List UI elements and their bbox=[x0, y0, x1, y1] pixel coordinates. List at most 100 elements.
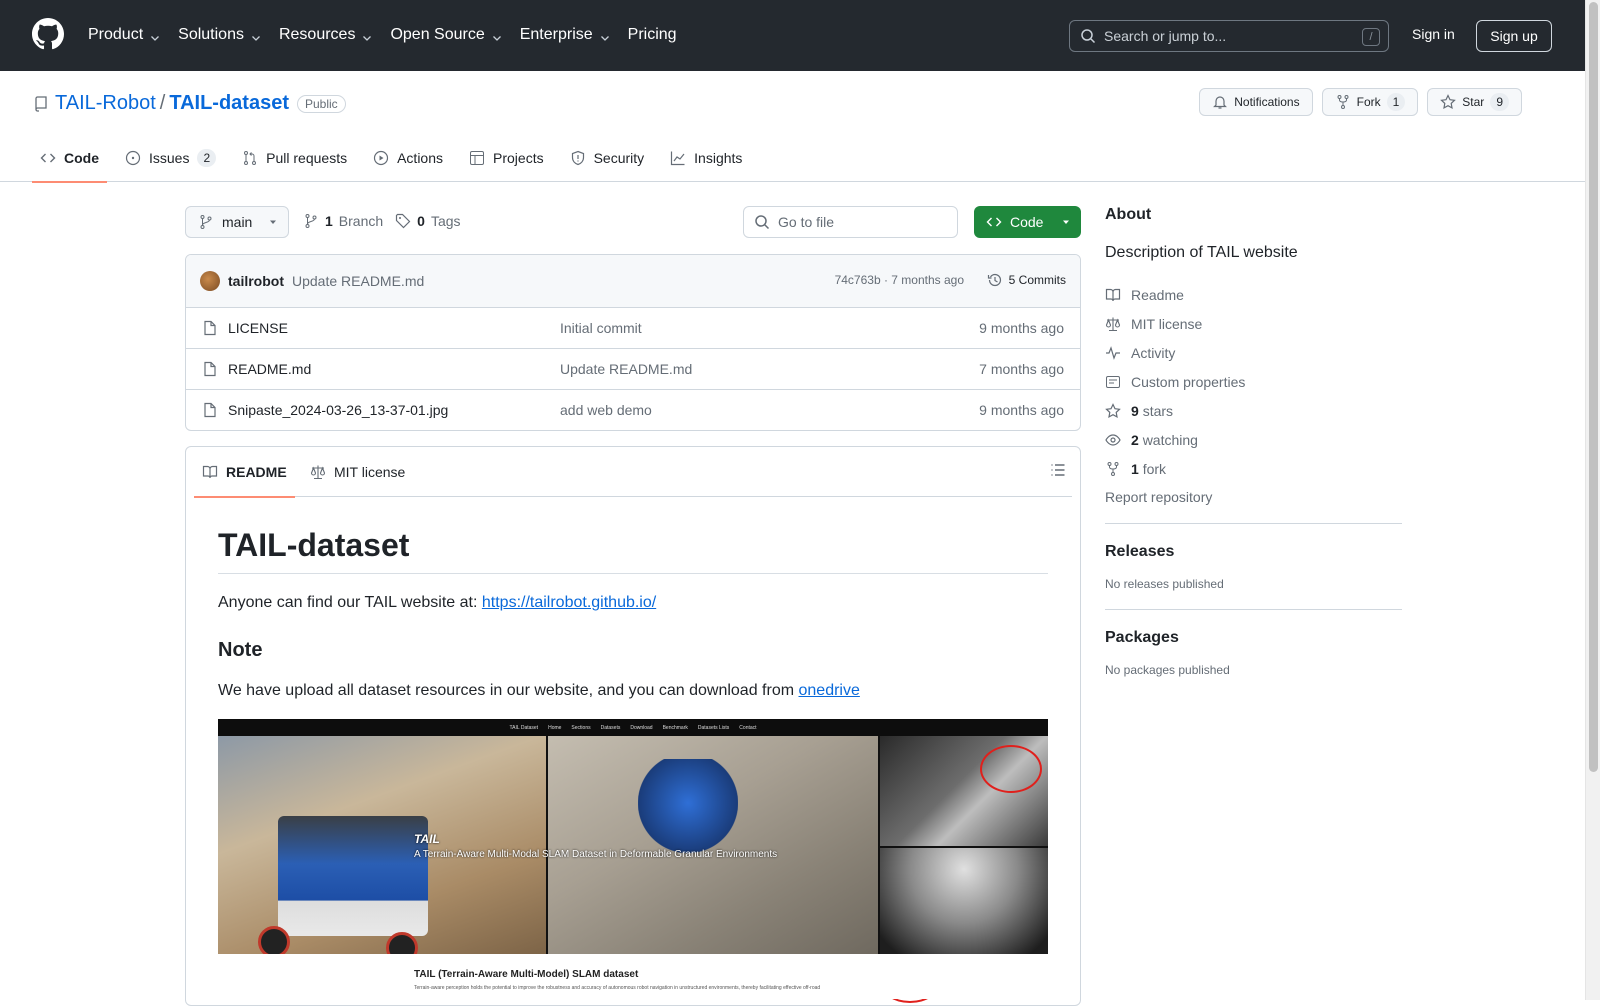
fork-icon bbox=[1105, 461, 1121, 477]
vertical-scrollbar[interactable] bbox=[1585, 0, 1600, 1000]
image-nav-item: Download bbox=[630, 724, 653, 731]
watching-label: watching bbox=[1142, 431, 1198, 448]
tab-projects[interactable]: Projects bbox=[461, 134, 552, 182]
tab-projects-label: Projects bbox=[493, 150, 544, 166]
nav-pricing-label: Pricing bbox=[627, 26, 677, 43]
tag-icon bbox=[395, 213, 411, 229]
readme-title: TAIL-dataset bbox=[218, 527, 1048, 574]
website-link[interactable]: https://tailrobot.github.io/ bbox=[482, 594, 656, 611]
scrollbar-thumb[interactable] bbox=[1589, 2, 1598, 772]
star-label: Star bbox=[1462, 95, 1485, 109]
commit-hash-and-time[interactable]: 74c763b · 7 months ago bbox=[835, 273, 964, 287]
image-bottom-title: TAIL (Terrain-Aware Multi-Model) SLAM da… bbox=[414, 969, 639, 980]
repo-tabs: Code Issues 2 Pull requests Actions Proj… bbox=[32, 134, 760, 183]
stars-link[interactable]: 9 stars bbox=[1105, 396, 1402, 425]
eye-icon bbox=[1105, 432, 1121, 448]
star-button[interactable]: Star 9 bbox=[1427, 88, 1522, 116]
onedrive-link[interactable]: onedrive bbox=[799, 682, 860, 699]
history-icon bbox=[987, 272, 1003, 288]
search-input[interactable]: Search or jump to... / bbox=[1069, 20, 1389, 52]
file-commit-message[interactable]: Update README.md bbox=[560, 361, 692, 377]
tab-actions[interactable]: Actions bbox=[365, 134, 451, 182]
watchers-link[interactable]: 2 watching bbox=[1105, 425, 1402, 454]
law-icon bbox=[310, 464, 326, 480]
nav-open-source[interactable]: Open Source bbox=[390, 24, 502, 46]
file-name-link[interactable]: Snipaste_2024-03-26_13-37-01.jpg bbox=[228, 402, 448, 418]
readme-link-label: Readme bbox=[1131, 286, 1184, 303]
nav-product-label: Product bbox=[88, 26, 144, 43]
file-list: tailrobot Update README.md 74c763b · 7 m… bbox=[185, 254, 1081, 431]
photo-terrain-bottom bbox=[880, 848, 1048, 954]
releases-heading[interactable]: Releases bbox=[1105, 543, 1402, 561]
activity-link[interactable]: Activity bbox=[1105, 338, 1402, 367]
packages-heading[interactable]: Packages bbox=[1105, 629, 1402, 647]
issue-icon bbox=[125, 150, 141, 166]
global-header: Product Solutions Resources Open Source … bbox=[0, 0, 1585, 71]
tab-license-label: MIT license bbox=[334, 464, 406, 480]
sign-up-button[interactable]: Sign up bbox=[1476, 20, 1552, 52]
nav-resources[interactable]: Resources bbox=[279, 24, 373, 46]
nav-enterprise[interactable]: Enterprise bbox=[520, 24, 611, 46]
readme-note-text: We have upload all dataset resources in … bbox=[218, 682, 795, 699]
repo-name-link[interactable]: TAIL-dataset bbox=[169, 92, 289, 115]
file-name-link[interactable]: LICENSE bbox=[228, 320, 288, 336]
fork-button[interactable]: Fork 1 bbox=[1321, 88, 1419, 116]
shield-icon bbox=[570, 150, 586, 166]
nav-open-source-label: Open Source bbox=[390, 26, 485, 43]
tab-issues[interactable]: Issues 2 bbox=[117, 134, 224, 182]
file-commit-message[interactable]: Initial commit bbox=[560, 320, 642, 336]
nav-resources-label: Resources bbox=[278, 26, 356, 43]
pulse-icon bbox=[1105, 345, 1121, 361]
tag-count-label: Tags bbox=[430, 213, 461, 229]
search-shortcut-key: / bbox=[1362, 28, 1380, 46]
stars-label: stars bbox=[1142, 402, 1174, 419]
star-count: 9 bbox=[1490, 93, 1509, 111]
file-commit-message[interactable]: add web demo bbox=[560, 402, 652, 418]
branch-icon bbox=[303, 213, 319, 229]
forks-link[interactable]: 1 fork bbox=[1105, 454, 1402, 483]
image-nav-item: Datasets Lists bbox=[697, 724, 730, 731]
readme-note-heading: Note bbox=[218, 639, 263, 661]
notifications-button[interactable]: Notifications bbox=[1199, 88, 1313, 116]
commit-author-link[interactable]: tailrobot bbox=[228, 273, 284, 289]
tab-license[interactable]: MIT license bbox=[310, 447, 405, 497]
fork-count: 1 bbox=[1131, 460, 1139, 477]
file-name-link[interactable]: README.md bbox=[228, 361, 311, 377]
search-placeholder: Search or jump to... bbox=[1104, 28, 1227, 44]
commit-message-link[interactable]: Update README.md bbox=[292, 273, 424, 289]
visibility-badge: Public bbox=[296, 94, 346, 113]
tags-link[interactable]: 0 Tags bbox=[395, 213, 461, 229]
branches-link[interactable]: 1 Branch bbox=[303, 213, 383, 229]
tab-code[interactable]: Code bbox=[32, 134, 107, 183]
tab-pull-requests[interactable]: Pull requests bbox=[234, 134, 355, 182]
nav-pricing[interactable]: Pricing bbox=[628, 24, 677, 46]
commits-link[interactable]: 5 Commits bbox=[987, 272, 1066, 288]
nav-solutions[interactable]: Solutions bbox=[178, 24, 262, 46]
tab-insights[interactable]: Insights bbox=[662, 134, 750, 182]
go-to-file-input[interactable]: Go to file bbox=[743, 206, 958, 238]
notifications-label: Notifications bbox=[1234, 95, 1300, 109]
code-button-label: Code bbox=[1010, 214, 1044, 230]
readme-content: TAIL-dataset Anyone can find our TAIL we… bbox=[186, 497, 1080, 1003]
repo-owner-link[interactable]: TAIL-Robot bbox=[55, 92, 156, 115]
branch-select-button[interactable]: main bbox=[185, 206, 289, 238]
fork-label: fork bbox=[1142, 460, 1167, 477]
code-dropdown-button[interactable]: Code bbox=[974, 206, 1081, 238]
tab-readme[interactable]: README bbox=[194, 447, 295, 498]
branch-meta: 1 Branch 0 Tags bbox=[303, 213, 461, 229]
list-icon[interactable] bbox=[1050, 462, 1066, 481]
custom-properties-link[interactable]: Custom properties bbox=[1105, 367, 1402, 396]
tab-actions-label: Actions bbox=[397, 150, 444, 166]
github-logo-icon[interactable] bbox=[32, 18, 64, 50]
nav-product[interactable]: Product bbox=[88, 24, 161, 46]
license-link[interactable]: MIT license bbox=[1105, 309, 1402, 338]
nav-enterprise-label: Enterprise bbox=[519, 26, 593, 43]
avatar[interactable] bbox=[200, 271, 220, 291]
highlight-ring bbox=[980, 745, 1042, 793]
tab-security[interactable]: Security bbox=[562, 134, 653, 182]
branch-count-label: Branch bbox=[338, 213, 384, 229]
report-repository-link[interactable]: Report repository bbox=[1105, 489, 1402, 505]
sign-in-link[interactable]: Sign in bbox=[1412, 26, 1455, 42]
readme-link[interactable]: Readme bbox=[1105, 280, 1402, 309]
tab-insights-label: Insights bbox=[694, 150, 743, 166]
